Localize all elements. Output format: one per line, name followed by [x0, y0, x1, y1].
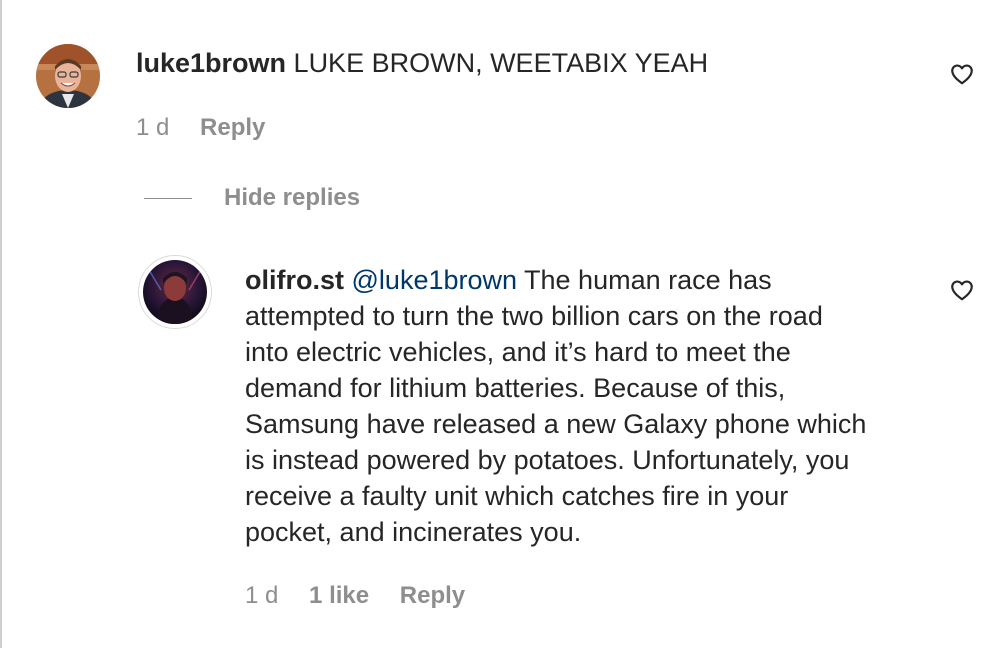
reply-meta: 1 d 1 like Reply — [245, 581, 465, 611]
reply-username[interactable]: olifro.st — [245, 265, 344, 295]
comment-username[interactable]: luke1brown — [136, 48, 286, 78]
avatar-story-ring[interactable] — [138, 255, 212, 329]
reply-line-4: Samsung have released a new Galaxy phone… — [245, 409, 867, 439]
avatar — [143, 260, 207, 324]
comment-body: LUKE BROWN, WEETABIX YEAH — [293, 48, 709, 78]
reply-line-0: The human race has — [524, 265, 772, 295]
reply-line-1: attempted to turn the two billion cars o… — [245, 301, 823, 331]
comment-time[interactable]: 1 d — [136, 114, 169, 141]
avatar-photo — [36, 44, 100, 108]
hide-replies-toggle[interactable]: Hide replies — [144, 182, 360, 214]
divider-line — [144, 197, 192, 199]
reply-time[interactable]: 1 d — [245, 582, 278, 609]
avatar[interactable] — [36, 44, 100, 108]
reply-button[interactable]: Reply — [400, 582, 465, 609]
avatar-photo — [143, 260, 207, 324]
reply-line-2: into electric vehicles, and it’s hard to… — [245, 337, 791, 367]
like-heart-icon[interactable] — [949, 277, 975, 303]
comment-meta: 1 d Reply — [136, 113, 265, 143]
comment-text: luke1brown LUKE BROWN, WEETABIX YEAH — [136, 46, 708, 80]
reply-line-7: pocket, and incinerates you. — [245, 517, 582, 547]
mention-link[interactable]: @luke1brown — [352, 265, 518, 295]
comments-panel: luke1brown LUKE BROWN, WEETABIX YEAH 1 d… — [0, 0, 1000, 648]
hide-replies-label[interactable]: Hide replies — [224, 184, 360, 212]
reply-first-line: olifro.st @luke1brown The human race has — [245, 262, 925, 298]
reply-line-6: receive a faulty unit which catches fire… — [245, 481, 789, 511]
like-heart-icon[interactable] — [949, 61, 975, 87]
reply-text: olifro.st @luke1brown The human race has… — [245, 262, 925, 550]
heart-icon — [951, 280, 973, 301]
likes-count[interactable]: 1 like — [309, 582, 369, 609]
heart-icon — [951, 64, 973, 85]
reply-line-3: demand for lithium batteries. Because of… — [245, 373, 786, 403]
reply-line-5: is instead powered by potatoes. Unfortun… — [245, 445, 850, 475]
reply-button[interactable]: Reply — [200, 114, 265, 141]
